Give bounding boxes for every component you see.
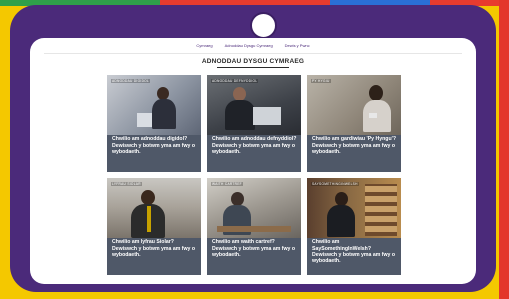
tablet-frame: Cymraeg Adnoddau Dysgu Cymraeg Dewis y P… [10,5,496,292]
nav-link-adnoddau[interactable]: Adnoddau Dysgu Cymraeg [225,43,273,48]
person-figure [327,205,355,237]
card-photo [207,75,301,136]
title-underline [217,67,289,68]
page-title: ADNODDAU DYSGU CYMRAEG [201,58,305,65]
resource-card-grid: ADNODDAU DIGIDOL Chwilio am adnoddau dig… [107,75,401,276]
camera-icon [250,12,277,39]
card-text: Chwilio am SaySomethingInWelsh? Dewiswch… [312,239,396,265]
card-lyfrau-siolar[interactable]: LYFRAU SIOLAR Chwilio am lyfrau Siolar? … [107,178,201,275]
nav-link-cymraeg[interactable]: Cymraeg [196,43,212,48]
card-tag: LYFRAU SIOLAR [111,182,142,186]
bookshelf-icon [365,184,397,236]
laptop-icon [253,107,281,125]
phone-icon [369,113,377,118]
card-photo [107,178,201,239]
nav-divider [44,53,462,54]
card-photo [307,75,401,136]
card-tag: ADNODDAU DIGIDOL [111,79,151,83]
table-icon [217,226,291,232]
side-stripe-red [499,0,509,299]
card-adnoddau-defnyddiol[interactable]: ADNODDAU DEFNYDDIOL Chwilio am adnoddau … [207,75,301,172]
card-py-hygiu[interactable]: PY HYGIU Chwilio am gardiwiau 'Py Hyngu'… [307,75,401,172]
card-photo [207,178,301,239]
card-waith-cartref[interactable]: WAITH CARTREF Chwilio am waith cartref? … [207,178,301,275]
card-saysomethinginwelsh[interactable]: SAYSOMETHINGINWELSH Chwilio am SaySometh… [307,178,401,275]
card-text: Chwilio am adnoddau defnyddiol? Dewiswch… [212,136,297,155]
card-tag: PY HYGIU [311,79,331,83]
card-text: Chwilio am waith cartref? Dewiswch y bot… [212,239,296,258]
card-text: Chwilio am adnoddau digidol? Dewiswch y … [112,136,196,155]
card-adnoddau-digidol[interactable]: ADNODDAU DIGIDOL Chwilio am adnoddau dig… [107,75,201,172]
card-text: Chwilio am lyfrau Siolar? Dewiswch y bot… [112,239,196,258]
nav-link-dewis[interactable]: Dewis y Pwnc [285,43,310,48]
tablet-screen: Cymraeg Adnoddau Dysgu Cymraeg Dewis y P… [30,38,476,284]
card-tag: SAYSOMETHINGINWELSH [311,182,359,186]
card-tag: WAITH CARTREF [211,182,243,186]
person-figure [363,100,391,132]
person-figure [225,100,255,130]
card-photo [307,178,401,239]
card-text: Chwilio am gardiwiau 'Py Hyngu'? Dewiswc… [312,136,397,155]
card-tag: ADNODDAU DEFNYDDIOL [211,79,259,83]
top-navigation: Cymraeg Adnoddau Dysgu Cymraeg Dewis y P… [30,38,476,52]
bag-strap-icon [147,206,151,232]
card-photo [107,75,201,136]
